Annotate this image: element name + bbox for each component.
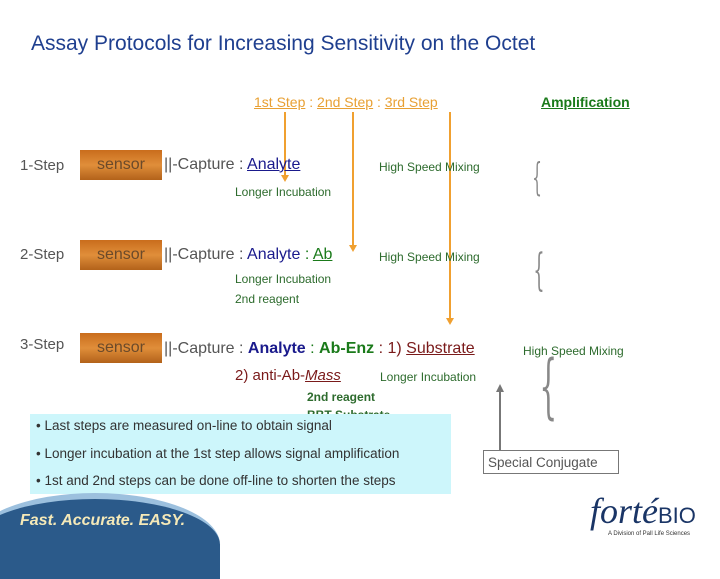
incubation: Longer Incubation [235, 185, 332, 199]
ab-enz: Ab-Enz [319, 340, 375, 357]
fortebio-logo: fortéBIO [590, 491, 696, 531]
brace-icon: { [539, 345, 558, 427]
capture: ||-Capture : [164, 340, 248, 357]
capture-text: ||-Capture : Analyte : Ab [164, 246, 332, 264]
substrate: Substrate [406, 340, 475, 357]
incubation: Longer Incubation [235, 272, 332, 286]
step1-label: 1st Step [254, 94, 306, 110]
analyte: Analyte [247, 340, 306, 357]
alt-prefix: 2) anti-Ab- [235, 367, 306, 384]
note: • Longer incubation at the 1st step allo… [36, 446, 400, 461]
up-arrow-icon [496, 384, 504, 392]
ab: Ab [312, 246, 333, 263]
incubation: Longer Incubation [380, 370, 477, 384]
amplification-label: Amplification [541, 94, 630, 110]
reagent: 2nd reagent [307, 390, 376, 404]
step3-arrow-icon [446, 318, 454, 325]
sensor-block: sensor [80, 150, 162, 180]
special-conjugate-box: Special Conjugate [483, 450, 619, 474]
analyte: Analyte [247, 156, 301, 173]
capture-text: ||-Capture : Analyte : Ab-Enz : 1) Subst… [164, 340, 475, 358]
step2-label: 2nd Step [317, 94, 374, 110]
sep: : 1) [374, 340, 407, 357]
sensor-block: sensor [80, 240, 162, 270]
sep: : [305, 340, 320, 357]
notes-box: • Last steps are measured on-line to obt… [30, 414, 451, 494]
mixing: High Speed Mixing [523, 344, 624, 358]
sensor-block: sensor [80, 333, 162, 363]
step3-label: 3rd Step [384, 94, 438, 110]
mass: Mass [305, 367, 341, 384]
capture: ||-Capture : [164, 156, 248, 173]
tagline: Fast. Accurate. EASY. [20, 512, 186, 529]
row-label: 3-Step [20, 336, 65, 353]
capture: ||-Capture : [164, 246, 248, 263]
slide-title: Assay Protocols for Increasing Sensitivi… [31, 32, 536, 55]
logo-subtitle: A Division of Pall Life Sciences [608, 531, 691, 537]
analyte: Analyte [247, 246, 301, 263]
note: • Last steps are measured on-line to obt… [36, 418, 332, 433]
conjugate-line [499, 390, 501, 450]
step1-arrow-icon [281, 175, 289, 182]
row-label: 1-Step [20, 157, 65, 174]
step-header: 1st Step : 2nd Step : 3rd Step [254, 94, 438, 110]
mixing: High Speed Mixing [379, 250, 480, 264]
step2-line [352, 112, 354, 247]
note: • 1st and 2nd steps can be done off-line… [36, 473, 396, 488]
sep: : [377, 94, 381, 110]
mixing: High Speed Mixing [379, 160, 480, 174]
capture-text: ||-Capture : Analyte [164, 156, 300, 174]
sep: : [300, 246, 313, 263]
step2-arrow-icon [349, 245, 357, 252]
brace-icon: { [533, 245, 545, 296]
sep: : [309, 94, 314, 110]
footer-banner [0, 493, 220, 579]
reagent: 2nd reagent [235, 292, 300, 306]
brace-icon: { [532, 155, 542, 199]
step3-line [449, 112, 451, 320]
row-label: 2-Step [20, 246, 65, 263]
alt-reagent: 2) anti-Ab-Mass [235, 367, 341, 384]
